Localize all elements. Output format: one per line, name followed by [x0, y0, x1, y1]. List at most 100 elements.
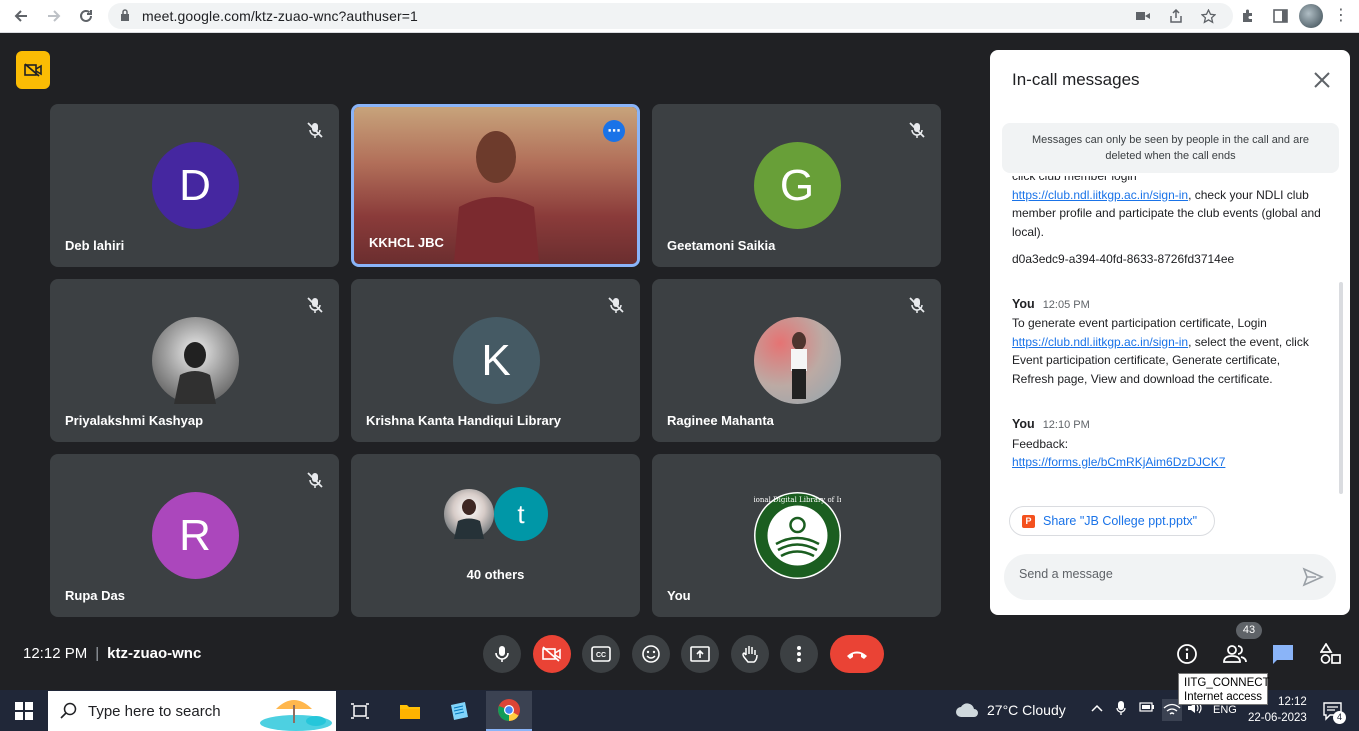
meeting-time: 12:12 PM [23, 645, 88, 662]
profile-photo [151, 317, 239, 404]
weather-widget[interactable]: 27°C Cloudy [955, 702, 1066, 718]
others-tile[interactable]: t 40 others [351, 454, 640, 617]
chrome-menu-icon[interactable]: ⋮ [1333, 5, 1349, 25]
send-icon[interactable] [1302, 566, 1324, 588]
message-text: d0a3edc9-a394-40fd-8633-8726fd3714ee [1012, 252, 1235, 266]
mic-muted-icon [909, 122, 925, 138]
participant-tile[interactable]: Raginee Mahanta [652, 279, 941, 442]
file-explorer-icon[interactable] [387, 691, 433, 731]
taskbar-search-box[interactable]: Type here to search [48, 691, 336, 731]
people-icon[interactable] [1222, 641, 1248, 667]
back-icon[interactable] [8, 4, 34, 28]
notifications-icon[interactable]: 4 [1322, 700, 1346, 724]
participant-count-badge: 43 [1236, 622, 1262, 639]
more-options-icon[interactable]: ⋯ [603, 120, 625, 142]
message-text: click club member login [1012, 176, 1137, 183]
message-text: To generate event participation certific… [1012, 316, 1309, 386]
meet-stage: D Deb lahiri ⋯ KKHCL JBC G Geetamoni Sai… [0, 33, 1359, 690]
language-indicator[interactable]: ENG [1213, 704, 1237, 716]
camera-off-button[interactable] [533, 635, 571, 673]
message-text: Feedback: https://forms.gle/bCmRKjAim6Dz… [1012, 436, 1226, 470]
profile-avatar[interactable] [1299, 4, 1323, 28]
message-group: You 12:05 PM To generate event participat… [1012, 295, 1322, 389]
mic-muted-icon [608, 297, 624, 313]
participant-name: Priyalakshmi Kashyap [65, 413, 204, 428]
extensions-icon[interactable] [1237, 5, 1259, 27]
camera-in-use-icon[interactable] [1133, 7, 1153, 25]
participant-tile[interactable]: Priyalakshmi Kashyap [50, 279, 339, 442]
participant-name: Krishna Kanta Handiqui Library [366, 413, 562, 428]
mic-muted-icon [307, 297, 323, 313]
notepad-app-icon[interactable] [436, 691, 482, 731]
message-link[interactable]: https://club.ndl.iitkgp.ac.in/sign-in [1012, 335, 1188, 349]
ndl-logo: National Digital Library of India [753, 492, 841, 579]
battery-icon[interactable] [1139, 701, 1155, 716]
message-text: https://club.ndl.iitkgp.ac.in/sign-in, c… [1012, 187, 1321, 239]
participant-tile[interactable]: R Rupa Das [50, 454, 339, 617]
more-options-button[interactable] [780, 635, 818, 673]
microphone-button[interactable] [483, 635, 521, 673]
message-list[interactable]: click club member login https://club.ndl… [1012, 176, 1322, 506]
participant-name: You [667, 588, 691, 603]
participant-tile[interactable]: K Krishna Kanta Handiqui Library [351, 279, 640, 442]
meeting-details-icon[interactable] [1174, 641, 1200, 667]
weather-text: 27°C Cloudy [987, 702, 1066, 718]
chat-scrollbar[interactable] [1339, 282, 1343, 494]
microphone-tray-icon[interactable] [1116, 700, 1126, 719]
browser-toolbar: meet.google.com/ktz-zuao-wnc?authuser=1 … [0, 0, 1359, 33]
share-icon[interactable] [1166, 7, 1186, 25]
task-view-icon[interactable] [337, 691, 383, 731]
emoji-reaction-button[interactable] [632, 635, 670, 673]
windows-taskbar: Type here to search 27°C Cloudy ENG 12:1… [0, 690, 1359, 731]
meeting-info: 12:12 PM | ktz-zuao-wnc [23, 645, 202, 662]
raise-hand-button[interactable] [731, 635, 769, 673]
tooltip-network-name: IITG_CONNECT [1184, 677, 1270, 689]
share-file-chip[interactable]: P Share "JB College ppt.pptx" [1009, 506, 1215, 536]
send-message-input[interactable] [1019, 567, 1279, 581]
present-screen-button[interactable] [681, 635, 719, 673]
captions-button[interactable]: CC [582, 635, 620, 673]
message-group: You 12:10 PM Feedback: https://forms.gle/… [1012, 415, 1322, 472]
group-photo-avatar [442, 487, 496, 541]
message-sender: You [1012, 296, 1035, 311]
self-tile[interactable]: National Digital Library of India You [652, 454, 941, 617]
participant-tile[interactable]: G Geetamoni Saikia [652, 104, 941, 267]
participant-name: Deb lahiri [65, 238, 125, 253]
activities-icon[interactable] [1318, 641, 1344, 667]
chat-notice: Messages can only be seen by people in t… [1002, 123, 1339, 173]
participant-tile-active-speaker[interactable]: ⋯ KKHCL JBC [351, 104, 640, 267]
side-panel-icon[interactable] [1269, 5, 1291, 27]
message-composer [1004, 554, 1336, 600]
tooltip-network-status: Internet access [1184, 691, 1262, 703]
panel-title: In-call messages [1012, 70, 1140, 89]
avatar: K [452, 317, 540, 404]
participant-video-person [454, 131, 539, 262]
message-link[interactable]: https://club.ndl.iitkgp.ac.in/sign-in [1012, 188, 1188, 202]
search-highlight-illustration [260, 700, 332, 731]
lock-icon [121, 9, 129, 21]
participant-name: KKHCL JBC [369, 235, 444, 250]
others-count-label: 40 others [466, 567, 525, 582]
show-hidden-icons-icon[interactable] [1091, 702, 1103, 716]
windows-start-icon[interactable] [0, 690, 48, 731]
bookmark-star-icon[interactable] [1198, 7, 1218, 25]
message-sender: You [1012, 417, 1035, 431]
chrome-taskbar-icon[interactable] [486, 691, 532, 731]
leave-call-button[interactable] [830, 635, 884, 673]
message-time: 12:10 PM [1042, 419, 1090, 431]
forward-icon[interactable] [41, 4, 67, 28]
reload-icon[interactable] [73, 4, 99, 28]
participant-name: Rupa Das [65, 588, 125, 603]
avatar: D [151, 142, 239, 229]
notification-count: 4 [1333, 711, 1346, 724]
address-bar[interactable]: meet.google.com/ktz-zuao-wnc?authuser=1 [108, 3, 1233, 29]
chat-icon[interactable] [1270, 641, 1296, 667]
camera-off-indicator-icon[interactable] [16, 51, 50, 89]
svg-text:CC: CC [596, 652, 606, 659]
search-icon [60, 702, 77, 719]
participant-name: Raginee Mahanta [667, 413, 774, 428]
cloud-icon [956, 703, 978, 717]
message-link[interactable]: https://forms.gle/bCmRKjAim6DzDJCK7 [1012, 455, 1225, 469]
participant-tile[interactable]: D Deb lahiri [50, 104, 339, 267]
close-icon[interactable] [1312, 70, 1332, 90]
